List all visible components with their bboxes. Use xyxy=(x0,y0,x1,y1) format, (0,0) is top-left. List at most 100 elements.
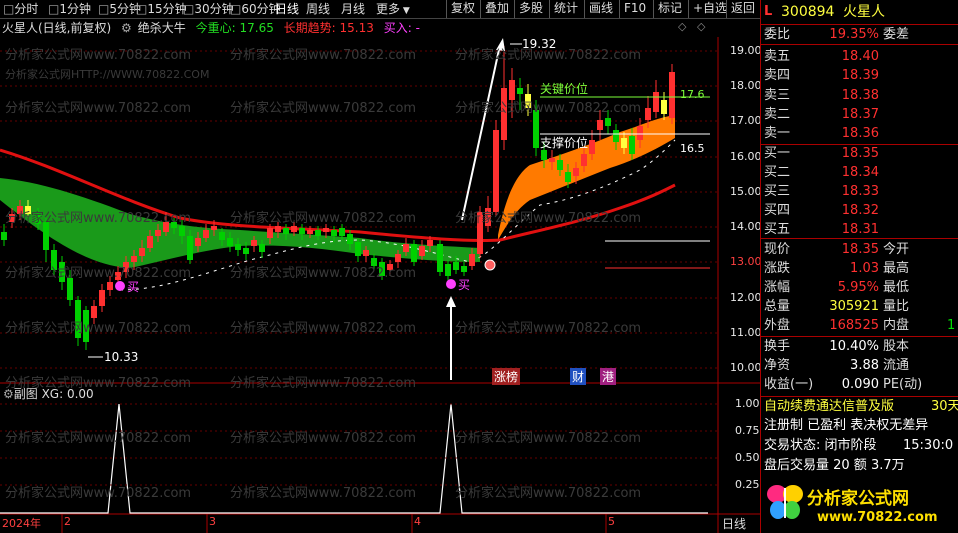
tab-daily[interactable]: 日线 xyxy=(275,1,299,17)
candle-body xyxy=(533,110,539,148)
tag-hk[interactable]: 港 xyxy=(600,368,617,385)
candle-body xyxy=(339,228,345,236)
candle-body xyxy=(525,94,531,108)
candle-body xyxy=(99,290,105,306)
candle-body xyxy=(589,140,595,154)
stock-header: L 300894 火星人 xyxy=(761,1,958,23)
candle-body xyxy=(211,226,217,230)
overlay-button[interactable]: 叠加 xyxy=(480,0,513,18)
tag-limit-up[interactable]: 涨榜 xyxy=(492,368,521,385)
candle-body xyxy=(203,230,209,238)
candle-body xyxy=(291,226,297,232)
key-price-value: 17.6 xyxy=(680,88,705,101)
candle-body xyxy=(573,168,579,176)
candle-body xyxy=(315,230,321,236)
chart-title-bar: 火星人(日线,前复权) ⚙ 绝杀大牛 今重心: 17.65 长期趋势: 15.13… xyxy=(0,19,760,37)
tab-15min[interactable]: □15分钟 xyxy=(136,1,187,17)
candle-body xyxy=(621,138,627,148)
candle-body xyxy=(235,244,241,250)
sub-chart-title[interactable]: ⚙副图 XG: 0.00 xyxy=(3,385,94,402)
candle-body xyxy=(139,248,145,256)
period-label[interactable]: 日线 xyxy=(722,515,746,532)
candle-body xyxy=(469,254,475,266)
candle-body xyxy=(123,262,129,272)
tab-60min[interactable]: □60分钟 xyxy=(230,1,281,17)
tab-1min[interactable]: □1分钟 xyxy=(48,1,91,17)
ask-row: 卖三 18.38 xyxy=(764,87,879,103)
stock-code: 300894 xyxy=(781,4,835,20)
ask-row: 卖一 18.36 xyxy=(764,126,879,142)
candle-body xyxy=(501,88,507,140)
logo-letter: L xyxy=(764,4,773,19)
settings-gear-icon[interactable]: ⚙ xyxy=(121,21,132,35)
news-item-2[interactable]: 注册制 已盈利 表决权无差异 xyxy=(761,416,958,435)
stock-name: 火星人 xyxy=(843,4,885,20)
candle-body xyxy=(259,244,265,252)
candle-body xyxy=(379,262,385,276)
candle-body xyxy=(645,108,651,120)
tab-monthly[interactable]: 月线 xyxy=(341,1,365,17)
draw-line-button[interactable]: 画线 xyxy=(584,0,617,18)
candle-body xyxy=(51,250,57,270)
stat2-row: 收益(一) 0.090 PE(动) xyxy=(764,377,923,392)
candle-body xyxy=(597,120,603,130)
buy-signal-dot-2 xyxy=(446,279,456,289)
candle-body xyxy=(67,278,73,300)
bid-row: 买三 18.33 xyxy=(764,184,879,199)
period-toolbar: □分时 □1分钟 □5分钟 □15分钟 □30分钟 □60分钟 日线 周线 月线… xyxy=(0,0,760,19)
tag-finance[interactable]: 财 xyxy=(570,368,587,385)
settings-gear-icon[interactable]: ⚙ xyxy=(3,387,14,401)
candle-body xyxy=(91,306,97,318)
stat2-row: 换手 10.40% 股本 xyxy=(764,339,910,354)
high-price-marker: 19.32 xyxy=(522,37,557,51)
candle-body xyxy=(355,242,361,256)
candle-body xyxy=(115,272,121,280)
candle-body xyxy=(1,232,7,240)
candle-body xyxy=(227,238,233,246)
stat2-row: 净资 3.88 流通 xyxy=(764,358,910,373)
candle-body xyxy=(283,228,289,234)
candle-body xyxy=(419,246,425,256)
stat-row: 涨跌 1.03 最高 xyxy=(764,261,910,276)
trade-state: 交易状态: 闭市阶段 15:30:0 xyxy=(764,438,954,453)
buy-signal-dot-1 xyxy=(115,281,125,291)
after-hours-volume: 盘后交易量 20 额 3.7万 xyxy=(764,458,905,473)
tab-more[interactable]: 更多 ▼ xyxy=(376,1,410,17)
tab-5min[interactable]: □5分钟 xyxy=(98,1,141,17)
indicator-name[interactable]: 绝杀大牛 xyxy=(138,21,186,35)
back-button[interactable]: 返回 xyxy=(726,0,759,18)
candle-body xyxy=(653,92,659,112)
candle-body xyxy=(613,130,619,142)
diamond-icon[interactable]: ◇ xyxy=(678,20,686,33)
candle-body xyxy=(171,222,177,228)
candle-body xyxy=(107,282,113,290)
stock-title: 火星人(日线,前复权) xyxy=(2,21,112,35)
candle-body xyxy=(323,228,329,232)
expand-icon[interactable]: ◇ xyxy=(697,20,705,33)
news-item-1[interactable]: 自动续费通达信普及版 30天 xyxy=(761,397,958,416)
stats-button[interactable]: 统计 xyxy=(549,0,582,18)
adjust-button[interactable]: 复权 xyxy=(446,0,479,18)
candle-body xyxy=(43,222,49,250)
candle-body xyxy=(9,214,15,222)
multi-stock-button[interactable]: 多股 xyxy=(514,0,547,18)
candle-body xyxy=(187,236,193,260)
tab-30min[interactable]: □30分钟 xyxy=(183,1,234,17)
candle-body xyxy=(179,226,185,236)
tab-minute[interactable]: □分时 xyxy=(3,1,38,17)
candle-body xyxy=(477,212,483,254)
quote-panel: L 300894 火星人 委比 19.35% 委差 卖五 18.40 卖四 18.39… xyxy=(760,0,958,533)
candle-body xyxy=(163,222,169,232)
candle-body xyxy=(395,254,401,262)
stat-row: 总量 305921 量比 xyxy=(764,299,910,314)
candle-body xyxy=(403,244,409,252)
stat-row: 外盘 168525 内盘 xyxy=(764,318,910,333)
candle-body xyxy=(461,266,467,272)
candle-body xyxy=(581,154,587,166)
tab-weekly[interactable]: 周线 xyxy=(306,1,330,17)
f10-button[interactable]: F10 xyxy=(619,0,650,18)
mark-button[interactable]: 标记 xyxy=(653,0,686,18)
add-watchlist-button[interactable]: +自选 xyxy=(688,0,731,18)
candle-body xyxy=(565,172,571,182)
candle-body xyxy=(493,130,499,212)
